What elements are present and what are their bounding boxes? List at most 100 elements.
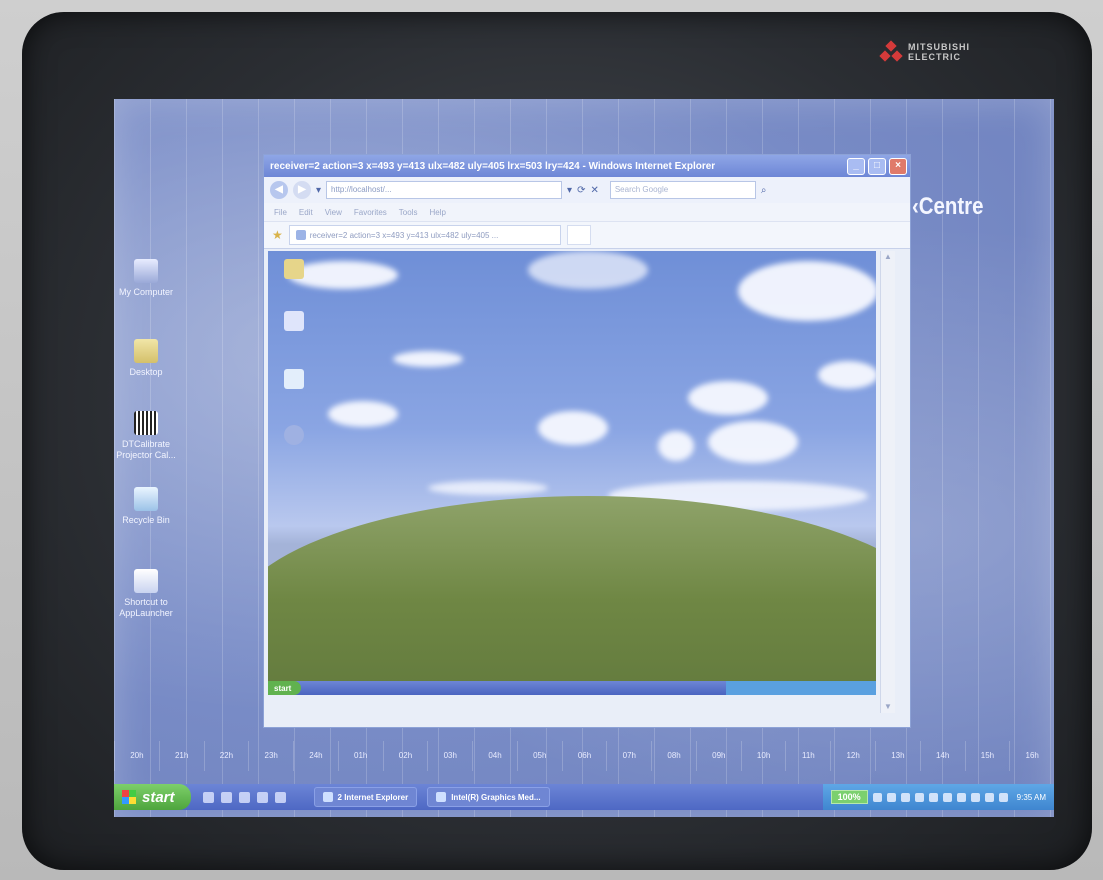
window-title-bar[interactable]: receiver=2 action=3 x=493 y=413 ulx=482 … (264, 155, 910, 177)
hour-label: 12h (830, 741, 875, 771)
cloud (538, 411, 608, 445)
menu-favorites[interactable]: Favorites (354, 208, 387, 217)
refresh-icon[interactable]: ⟳ (577, 185, 585, 196)
desktop-icon-label: Shortcut to AppLauncher (119, 597, 173, 618)
address-bar[interactable]: http://localhost/... (326, 181, 563, 199)
tray-icon[interactable] (956, 792, 966, 802)
stop-icon[interactable]: ✕ (590, 185, 598, 196)
page-icon (295, 230, 306, 240)
inner-desktop-icon[interactable] (274, 311, 314, 333)
inner-desktop-icon[interactable] (274, 425, 314, 447)
tray-icon[interactable] (900, 792, 910, 802)
tray-icon[interactable] (942, 792, 952, 802)
network-icon[interactable] (998, 792, 1008, 802)
monitor-logo: MITSUBISHI ELECTRIC (879, 40, 970, 64)
inner-desktop-icon[interactable] (274, 259, 314, 281)
start-label: start (142, 788, 175, 806)
scroll-up-icon[interactable]: ▲ (881, 251, 895, 263)
hour-label: 15h (964, 741, 1010, 771)
recycle-bin-icon (284, 369, 304, 389)
inner-desktop-icon[interactable] (274, 369, 314, 391)
page-content-xp-bliss: start (268, 251, 876, 695)
desktop-icon-my-computer[interactable]: My Computer (114, 259, 186, 298)
hour-label: 23h (248, 741, 293, 771)
back-button[interactable]: ◀ (270, 181, 288, 199)
settings-quicklaunch-icon[interactable] (274, 791, 286, 803)
cloud (658, 431, 694, 461)
hour-label: 08h (651, 741, 696, 771)
address-dropdown-icon[interactable]: ▾ (567, 185, 572, 196)
recycle-bin-icon (134, 487, 158, 511)
zoom-indicator[interactable]: 100% (830, 790, 868, 804)
desktop-icon-dtcalibrate[interactable]: DTCalibrate Projector Cal... (114, 411, 186, 461)
wallpaper-brand-text: ‹Centre (912, 193, 984, 220)
mitsubishi-logo-icon (879, 40, 903, 62)
start-button[interactable]: start (114, 784, 191, 810)
hour-label: 13h (875, 741, 920, 771)
cloud (393, 351, 463, 367)
desktop-screen: ‹Centre My Computer Desktop DTCalibrate … (114, 99, 1054, 817)
menu-view[interactable]: View (325, 208, 342, 217)
ie-icon (322, 792, 333, 802)
scroll-down-icon[interactable]: ▼ (881, 701, 895, 713)
tray-icon[interactable] (928, 792, 938, 802)
monitor-bezel: MITSUBISHI ELECTRIC ‹Centre My Computer … (22, 12, 1092, 870)
tab-bar: ★ receiver=2 action=3 x=493 y=413 ulx=48… (264, 221, 910, 249)
ie-icon (284, 425, 304, 445)
hour-label: 05h (516, 741, 562, 771)
hour-label: 06h (561, 741, 607, 771)
hour-label: 01h (337, 741, 383, 771)
forward-button[interactable]: ▶ (293, 181, 311, 199)
menu-edit[interactable]: Edit (299, 208, 313, 217)
menu-file[interactable]: File (274, 208, 287, 217)
taskbar-button-intel-graphics[interactable]: Intel(R) Graphics Med... (427, 787, 550, 807)
hour-label: 14h (919, 741, 965, 771)
hour-label: 21h (158, 741, 204, 771)
favorites-star-icon[interactable]: ★ (272, 228, 283, 242)
search-icon[interactable]: ⌕ (761, 185, 767, 196)
window-title: receiver=2 action=3 x=493 y=413 ulx=482 … (270, 160, 716, 172)
vertical-scrollbar[interactable]: ▲ ▼ (880, 251, 895, 713)
desktop-icon-applauncher[interactable]: Shortcut to AppLauncher (114, 569, 186, 619)
taskbar: start 2 Internet Explorer Intel(R) Graph… (114, 784, 1054, 810)
system-tray: 100% 9:35 AM (822, 784, 1054, 810)
ie-quicklaunch-icon[interactable] (202, 791, 214, 803)
browser-tab[interactable]: receiver=2 action=3 x=493 y=413 ulx=482 … (288, 225, 561, 245)
desktop-icon-recycle-bin[interactable]: Recycle Bin (114, 487, 186, 526)
cloud (328, 401, 398, 427)
close-button[interactable]: × (889, 157, 907, 175)
menu-help[interactable]: Help (429, 208, 445, 217)
hour-label: 20h (114, 741, 159, 771)
search-quicklaunch-icon[interactable] (256, 791, 268, 803)
search-input[interactable]: Search Google (609, 181, 756, 199)
menu-tools[interactable]: Tools (399, 208, 418, 217)
hour-label: 03h (427, 741, 472, 771)
quick-launch (202, 791, 286, 803)
tray-icon[interactable] (970, 792, 980, 802)
cloud (428, 481, 548, 495)
new-tab-button[interactable] (566, 225, 591, 245)
media-quicklaunch-icon[interactable] (220, 791, 232, 803)
hour-label: 22h (203, 741, 249, 771)
tray-icon[interactable] (872, 792, 882, 802)
taskbar-button-internet-explorer[interactable]: 2 Internet Explorer (313, 787, 418, 807)
tray-icon[interactable] (914, 792, 924, 802)
computer-icon (134, 259, 158, 283)
computer-icon (284, 311, 304, 331)
volume-icon[interactable] (984, 792, 994, 802)
hour-strip: 20h 21h 22h 23h 24h 01h 02h 03h 04h 05h … (114, 741, 1054, 771)
menu-bar: File Edit View Favorites Tools Help (264, 203, 910, 221)
minimize-button[interactable]: _ (847, 157, 865, 175)
internet-explorer-window: receiver=2 action=3 x=493 y=413 ulx=482 … (264, 155, 910, 727)
desktop-quicklaunch-icon[interactable] (238, 791, 250, 803)
inner-start-button[interactable]: start (268, 681, 302, 695)
desktop-icon-label: Recycle Bin (122, 515, 170, 525)
desktop-icon-label: Desktop (129, 367, 163, 377)
inner-taskbar: start (268, 681, 876, 695)
desktop-icon-desktop[interactable]: Desktop (114, 339, 186, 378)
system-clock[interactable]: 9:35 AM (1017, 793, 1046, 802)
tray-icon[interactable] (886, 792, 896, 802)
history-dropdown-icon[interactable]: ▾ (316, 185, 321, 196)
maximize-button[interactable]: □ (868, 157, 886, 175)
intel-graphics-icon (436, 792, 447, 802)
